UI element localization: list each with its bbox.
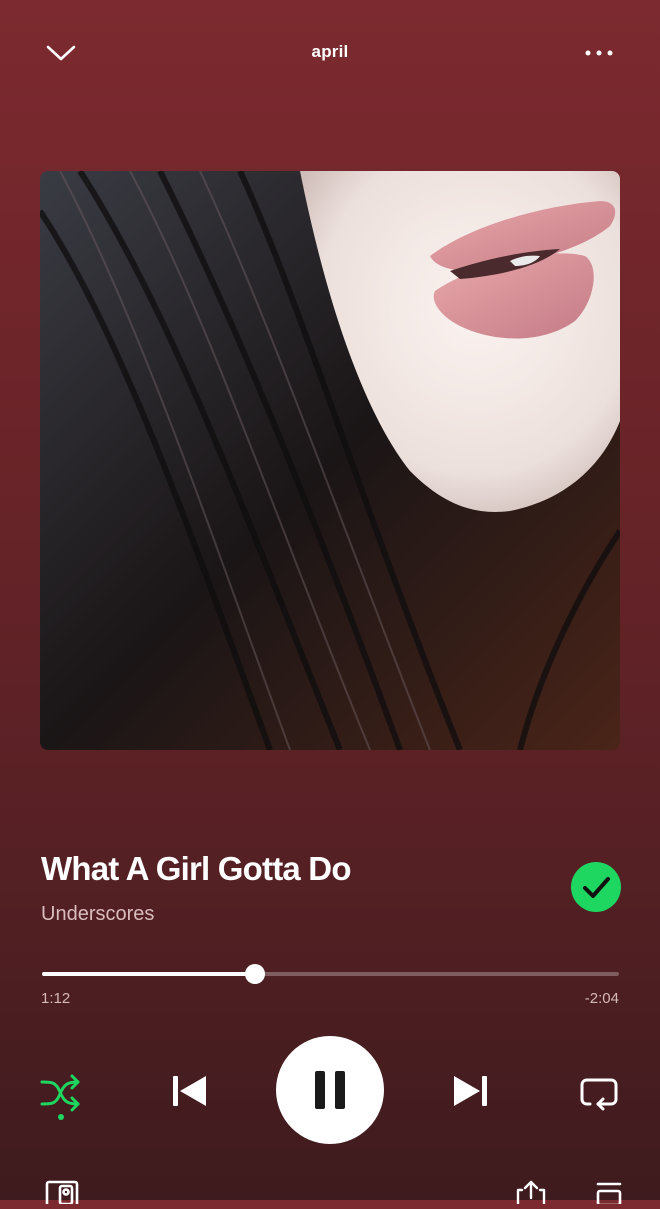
progress-fill xyxy=(42,972,256,976)
album-artwork xyxy=(40,171,620,750)
skip-next-icon[interactable] xyxy=(448,1068,494,1114)
progress-slider[interactable] xyxy=(42,962,619,986)
queue-icon[interactable] xyxy=(594,1180,624,1207)
track-title: What A Girl Gotta Do xyxy=(41,850,352,887)
shuffle-icon[interactable] xyxy=(38,1070,84,1116)
artist-name[interactable]: Underscores xyxy=(41,903,154,926)
pause-button[interactable] xyxy=(276,1036,384,1144)
pause-icon xyxy=(315,1071,345,1109)
progress-handle[interactable] xyxy=(245,964,266,984)
share-icon[interactable] xyxy=(514,1180,548,1209)
repeat-icon[interactable] xyxy=(576,1070,622,1116)
devices-icon[interactable] xyxy=(44,1180,80,1209)
more-horizontal-icon[interactable] xyxy=(582,40,616,66)
playlist-title: april xyxy=(311,42,349,61)
skip-previous-icon[interactable] xyxy=(166,1068,212,1114)
player-header: april xyxy=(0,30,660,76)
check-circle-icon[interactable] xyxy=(571,862,621,912)
remaining-time: -2:04 xyxy=(584,990,619,1007)
shuffle-active-indicator xyxy=(58,1114,64,1120)
bottom-bar xyxy=(0,1176,660,1209)
elapsed-time: 1:12 xyxy=(41,990,71,1007)
playback-controls xyxy=(0,1036,660,1150)
